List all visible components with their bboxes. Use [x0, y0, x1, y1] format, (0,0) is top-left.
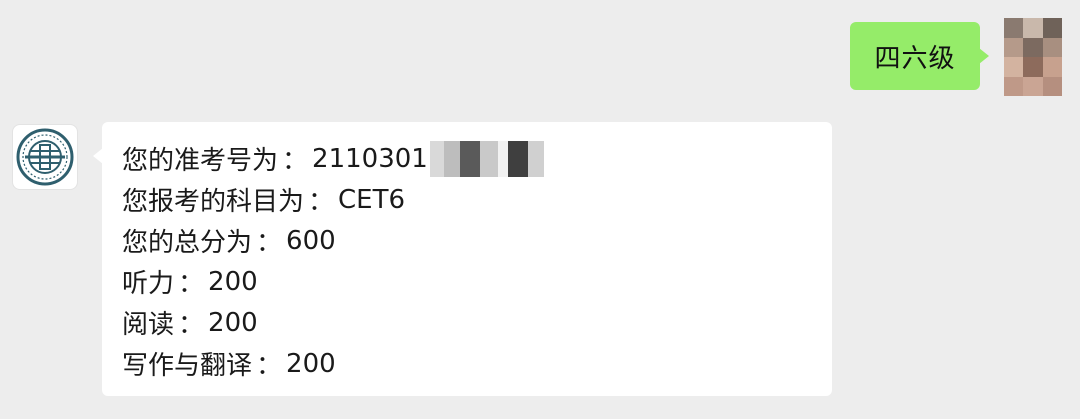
reading-label: 阅读	[122, 310, 175, 340]
admission-number-line: 您的准考号为 ： 2110301	[122, 138, 832, 179]
reading-score-value: 200	[208, 307, 258, 338]
outgoing-message-bubble[interactable]: 四六级	[850, 22, 989, 90]
colon-separator: ：	[178, 269, 205, 299]
colon-separator: ：	[256, 351, 283, 381]
colon-separator: ：	[178, 310, 205, 340]
self-avatar[interactable]	[1004, 18, 1062, 96]
total-score-line: 您的总分为 ： 600	[122, 220, 832, 261]
total-score-value: 600	[286, 225, 336, 256]
listening-score-line: 听力 ： 200	[122, 261, 832, 302]
subject-line: 您报考的科目为 ： CET6	[122, 179, 832, 220]
redaction-mosaic	[429, 140, 544, 177]
subject-value: CET6	[338, 184, 406, 215]
listening-label: 听力	[122, 269, 175, 299]
admission-number-label: 您的准考号为	[122, 146, 279, 176]
writing-translation-score-line: 写作与翻译 ： 200	[122, 343, 832, 384]
bot-avatar[interactable]	[12, 124, 78, 190]
admission-number-value: 2110301	[312, 143, 428, 174]
writing-translation-label: 写作与翻译	[122, 351, 253, 381]
colon-separator: ：	[282, 146, 309, 176]
reading-score-line: 阅读 ： 200	[122, 302, 832, 343]
university-seal-icon	[16, 128, 74, 186]
writing-translation-score-value: 200	[286, 348, 336, 379]
total-score-label: 您的总分为	[122, 228, 253, 258]
colon-separator: ：	[308, 187, 335, 217]
incoming-message-bubble[interactable]: 您的准考号为 ： 2110301 您报考的科目为 ： CET6 您的总分为 ： …	[93, 122, 832, 396]
subject-label: 您报考的科目为	[122, 187, 305, 217]
colon-separator: ：	[256, 228, 283, 258]
listening-score-value: 200	[208, 266, 258, 297]
outgoing-message-text: 四六级	[874, 43, 956, 74]
